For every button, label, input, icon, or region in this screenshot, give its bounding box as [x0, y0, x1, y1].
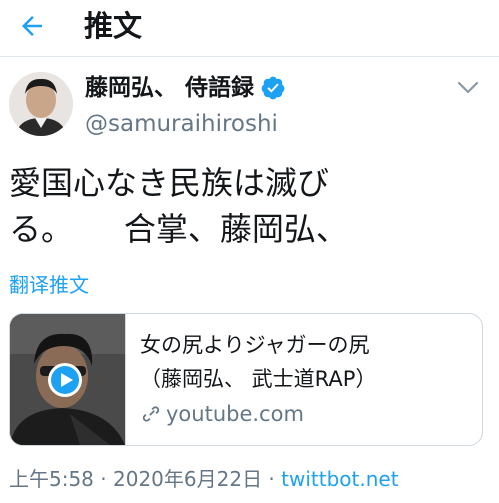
card-thumbnail [10, 314, 126, 445]
card-title: 女の尻よりジャガーの尻 （藤岡弘、 武士道RAP） [140, 328, 470, 396]
link-card[interactable]: 女の尻よりジャガーの尻 （藤岡弘、 武士道RAP） youtube.com [9, 313, 483, 446]
tweet-menu-button[interactable] [454, 76, 482, 100]
link-icon [142, 406, 160, 422]
card-domain-text: youtube.com [166, 402, 304, 426]
verified-badge-icon [261, 76, 285, 100]
card-title-line: （藤岡弘、 武士道RAP） [140, 367, 377, 391]
card-title-line: 女の尻よりジャガーの尻 [140, 333, 370, 357]
translate-tweet-link[interactable]: 翻译推文 [9, 270, 89, 300]
arrow-left-icon [22, 16, 42, 36]
tweet-text-line: 愛国心なき民族は滅び [9, 164, 330, 202]
meta-separator: · [93, 467, 113, 491]
play-icon[interactable] [47, 362, 83, 398]
back-button[interactable] [12, 6, 52, 46]
avatar-image [9, 72, 73, 136]
card-domain: youtube.com [140, 398, 304, 430]
tweet-time[interactable]: 上午5:58 [9, 464, 94, 494]
chevron-down-icon [457, 81, 479, 94]
avatar[interactable] [9, 72, 73, 136]
meta-separator: · [262, 467, 282, 491]
top-bar: 推文 [0, 0, 499, 57]
tweet-date[interactable]: 2020年6月22日 [113, 464, 262, 494]
tweet-source-link[interactable]: twittbot.net [281, 464, 398, 494]
author-name-row[interactable]: 藤岡弘、 侍語録 [85, 71, 286, 105]
author-display-name: 藤岡弘、 侍語録 [85, 75, 255, 101]
tweet-text: 愛国心なき民族は滅び る。 合掌、藤岡弘、 [9, 160, 489, 252]
tweet-text-line: る。 合掌、藤岡弘、 [9, 210, 348, 248]
author-handle[interactable]: @samuraihiroshi [85, 108, 278, 140]
page-title: 推文 [84, 9, 143, 43]
tweet-meta: 上午5:58 · 2020年6月22日 · twittbot.net [9, 464, 399, 494]
